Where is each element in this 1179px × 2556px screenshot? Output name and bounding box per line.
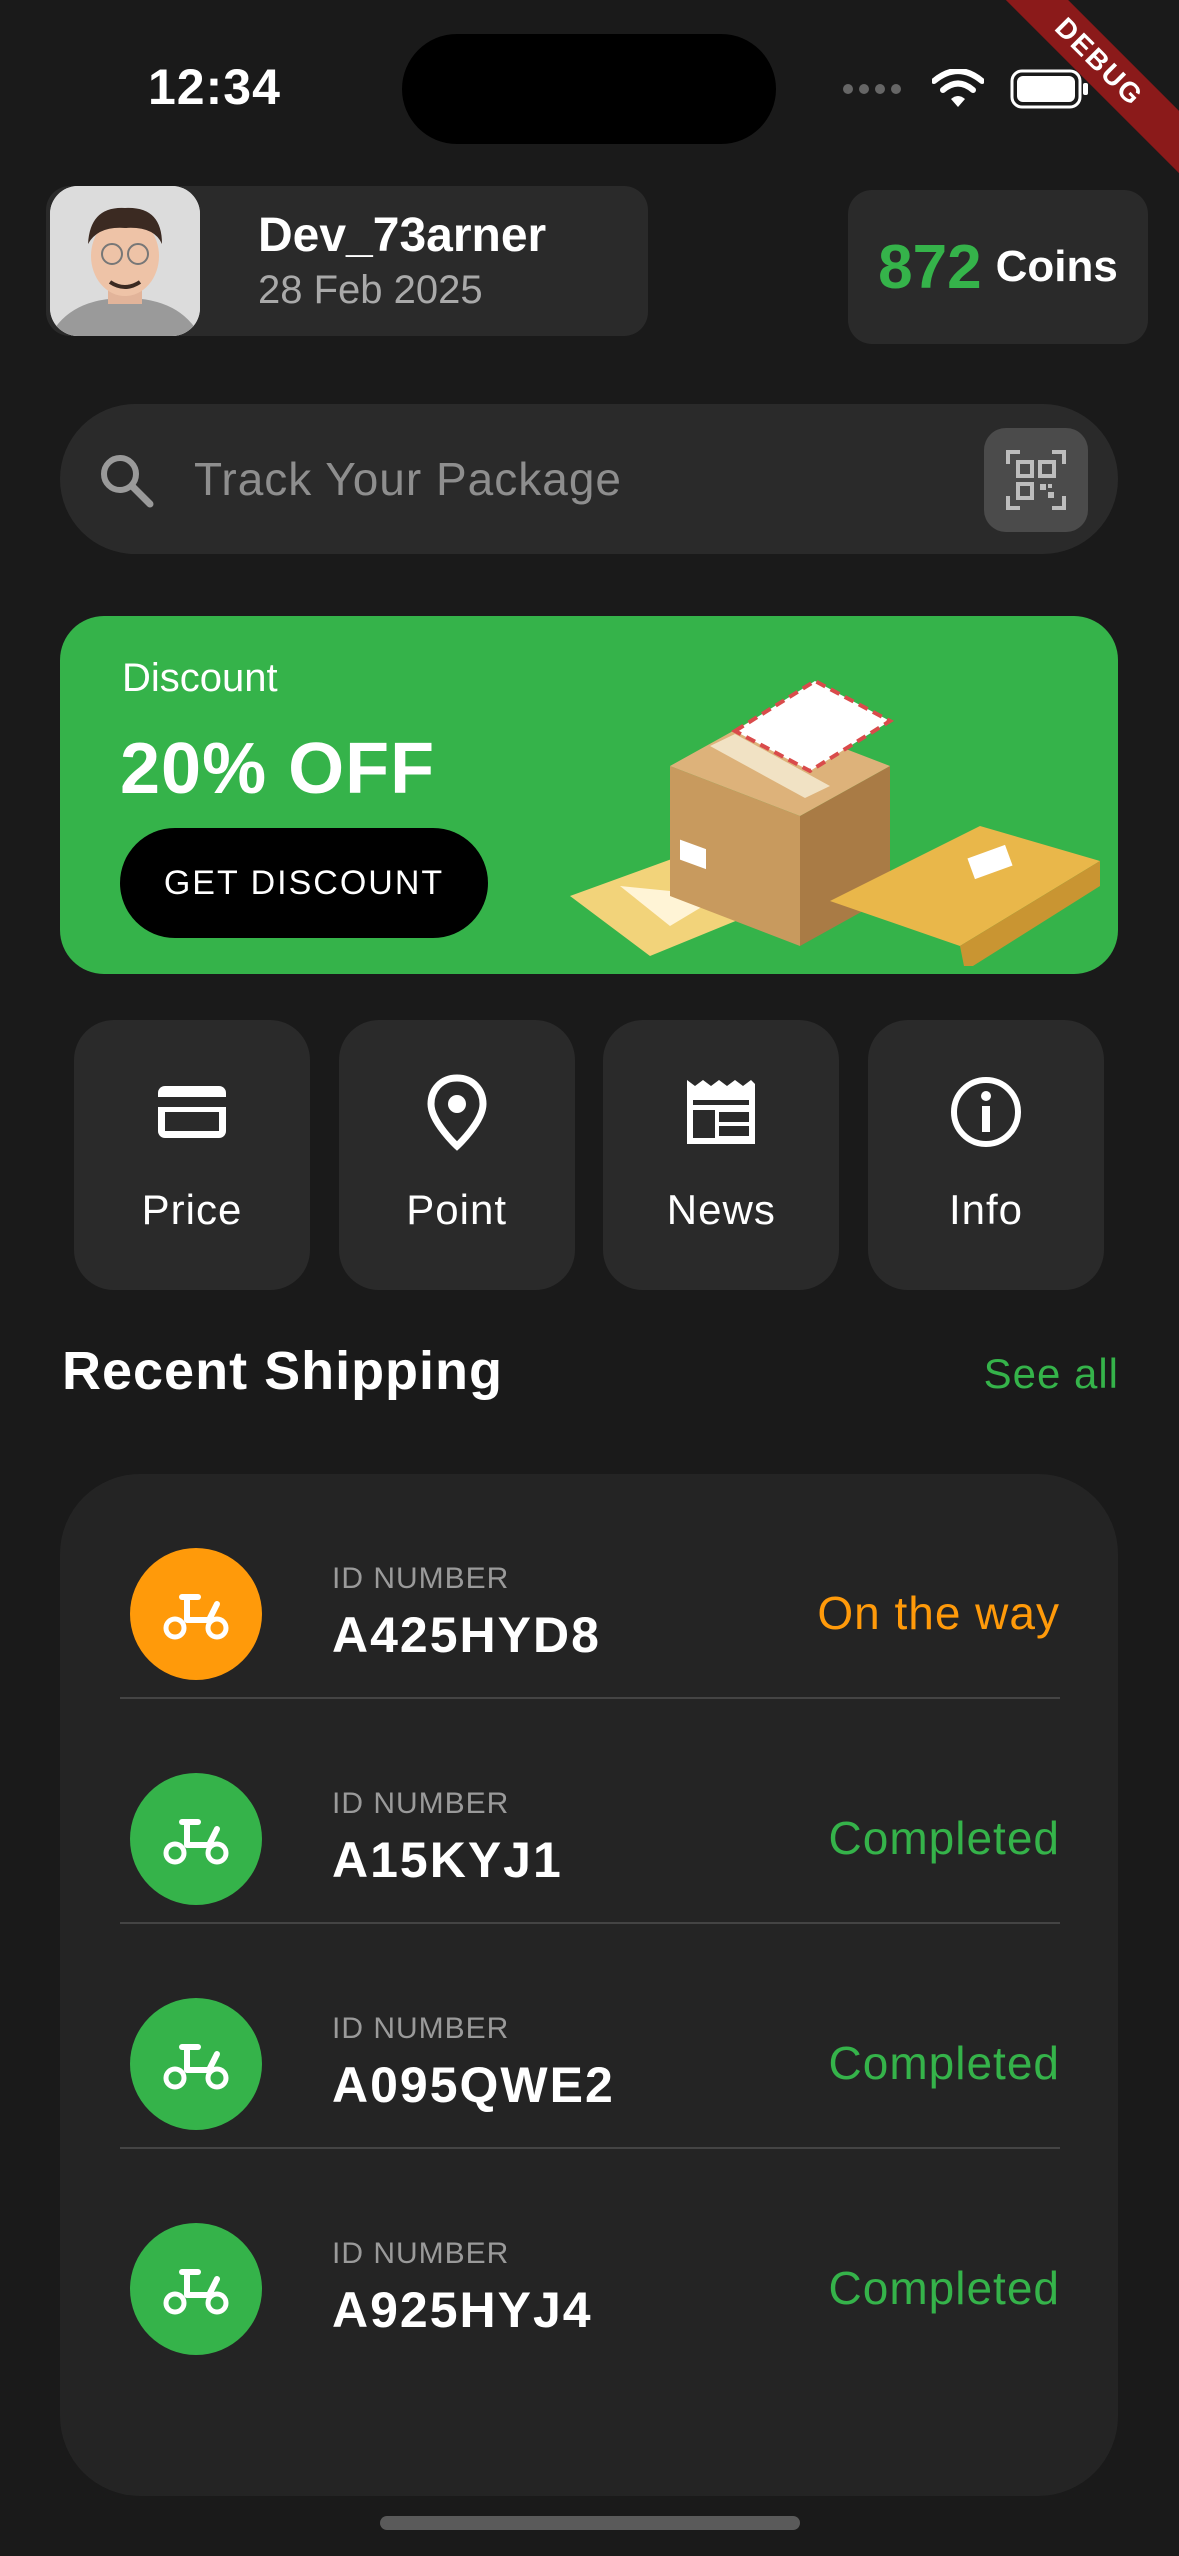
point-label: Point bbox=[406, 1186, 508, 1233]
signal-icon bbox=[843, 84, 901, 94]
credit-card-icon bbox=[158, 1086, 226, 1138]
quick-actions: Price Point News Info bbox=[74, 1020, 1104, 1290]
avatar-illustration bbox=[50, 186, 200, 336]
see-all-link[interactable]: See all bbox=[984, 1350, 1119, 1398]
price-button[interactable]: Price bbox=[74, 1020, 310, 1290]
username: Dev_73arner bbox=[258, 209, 547, 262]
news-label: News bbox=[666, 1186, 776, 1233]
user-date: 28 Feb 2025 bbox=[258, 268, 483, 312]
id-label: ID NUMBER bbox=[332, 2012, 510, 2045]
packages-illustration bbox=[570, 678, 1100, 966]
shipment-status: Completed bbox=[828, 1812, 1060, 1864]
get-discount-button[interactable]: GET DISCOUNT bbox=[120, 828, 488, 938]
scooter-icon-badge bbox=[130, 2223, 262, 2355]
list-item[interactable]: ID NUMBER A15KYJ1 Completed bbox=[120, 1699, 1060, 1924]
id-label: ID NUMBER bbox=[332, 2237, 510, 2270]
profile-card[interactable]: Dev_73arner 28 Feb 2025 bbox=[46, 186, 648, 336]
price-label: Price bbox=[141, 1186, 243, 1233]
status-icons bbox=[842, 64, 1090, 114]
avatar[interactable] bbox=[50, 186, 200, 336]
battery-icon bbox=[1010, 69, 1088, 109]
scooter-icon bbox=[163, 2044, 229, 2090]
search-icon bbox=[101, 455, 154, 508]
shipment-status: On the way bbox=[817, 1587, 1060, 1639]
scooter-icon-badge bbox=[130, 1773, 262, 1905]
coins-value: 872 bbox=[878, 232, 982, 302]
qr-scan-button[interactable] bbox=[984, 428, 1088, 532]
shipment-id: A15KYJ1 bbox=[332, 1832, 563, 1888]
scooter-icon bbox=[163, 2269, 229, 2315]
list-item[interactable]: ID NUMBER A425HYD8 On the way bbox=[120, 1474, 1060, 1699]
shipment-id: A925HYJ4 bbox=[332, 2282, 593, 2338]
scooter-icon bbox=[163, 1819, 229, 1865]
scooter-icon-badge bbox=[130, 1548, 262, 1680]
banner-title: 20% OFF bbox=[120, 729, 436, 809]
news-button[interactable]: News bbox=[603, 1020, 840, 1290]
dynamic-island bbox=[402, 34, 776, 144]
info-icon bbox=[950, 1077, 1021, 1147]
location-pin-icon bbox=[427, 1074, 487, 1151]
shipment-id: A095QWE2 bbox=[332, 2057, 615, 2113]
discount-banner: Discount 20% OFF GET DISCOUNT bbox=[60, 616, 1118, 974]
newspaper-icon bbox=[687, 1080, 756, 1144]
shipment-status: Completed bbox=[828, 2262, 1060, 2314]
list-item[interactable]: ID NUMBER A095QWE2 Completed bbox=[120, 1924, 1060, 2149]
coins-card[interactable]: 872 Coins bbox=[848, 190, 1148, 344]
point-button[interactable]: Point bbox=[338, 1020, 575, 1290]
shipment-id: A425HYD8 bbox=[332, 1607, 601, 1663]
wifi-icon bbox=[932, 69, 984, 107]
banner-eyebrow: Discount bbox=[122, 656, 278, 700]
list-item[interactable]: ID NUMBER A925HYJ4 Completed bbox=[120, 2149, 1060, 2374]
id-label: ID NUMBER bbox=[332, 1562, 510, 1595]
search-bar[interactable] bbox=[60, 404, 1118, 554]
info-label: Info bbox=[948, 1186, 1023, 1233]
scooter-icon-badge bbox=[130, 1998, 262, 2130]
id-label: ID NUMBER bbox=[332, 1787, 510, 1820]
shipping-list: ID NUMBER A425HYD8 On the way ID NUMBER … bbox=[60, 1474, 1118, 2496]
coins-label: Coins bbox=[995, 242, 1118, 291]
shipment-status: Completed bbox=[828, 2037, 1060, 2089]
search-input[interactable] bbox=[194, 444, 894, 514]
status-time: 12:34 bbox=[148, 59, 281, 115]
qr-code-icon bbox=[1006, 450, 1066, 510]
section-title: Recent Shipping bbox=[62, 1341, 504, 1401]
home-indicator bbox=[380, 2516, 800, 2530]
info-button[interactable]: Info bbox=[867, 1020, 1104, 1290]
scooter-icon bbox=[163, 1594, 229, 1640]
